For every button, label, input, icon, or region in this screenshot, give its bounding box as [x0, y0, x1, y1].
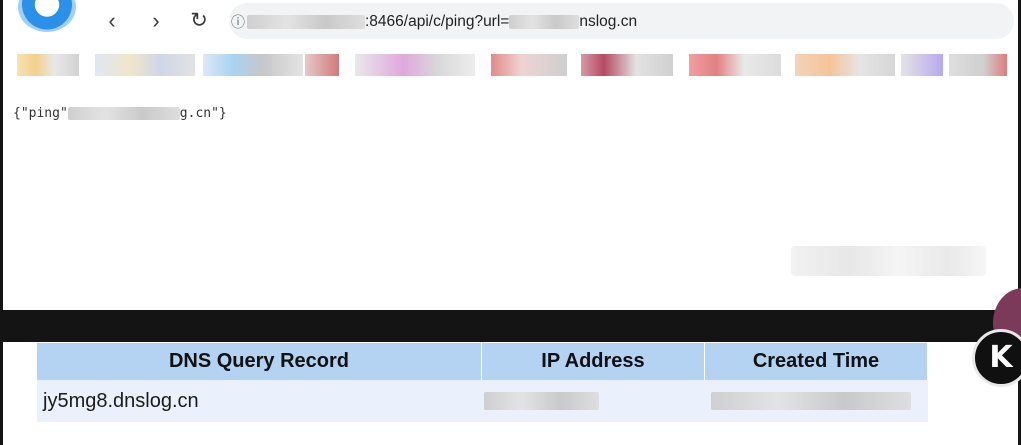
bookmark-item[interactable] — [17, 54, 79, 76]
bookmark-item[interactable] — [581, 54, 673, 76]
url-port-path: :8466/api/c/ping?url= — [365, 13, 510, 30]
bookmark-item[interactable] — [95, 54, 195, 76]
bookmarks-bar — [3, 44, 1018, 88]
reload-icon[interactable]: ↻ — [186, 8, 212, 34]
created-time-cell — [704, 380, 928, 422]
browser-window: ‹ › ↻ ⓘ :8466/api/c/ping?url= nslog.cn {… — [3, 0, 1018, 310]
browser-toolbar: ‹ › ↻ ⓘ :8466/api/c/ping?url= nslog.cn — [3, 0, 1018, 44]
header-ip-address: IP Address — [481, 343, 705, 380]
redacted-time — [710, 392, 911, 411]
bookmark-item[interactable] — [795, 54, 895, 76]
bookmark-item[interactable] — [901, 54, 943, 76]
address-bar-url[interactable]: ⓘ :8466/api/c/ping?url= nslog.cn — [231, 11, 637, 33]
redacted-subdomain — [509, 15, 580, 29]
ip-address-cell — [481, 380, 705, 422]
dns-record-table: DNS Query Record IP Address Created Time… — [37, 343, 928, 422]
redacted-watermark — [791, 246, 986, 276]
header-created-time: Created Time — [704, 343, 928, 380]
bookmark-item[interactable] — [491, 54, 567, 76]
table-row: jy5mg8.dnslog.cn — [37, 380, 928, 422]
bookmark-item[interactable] — [305, 54, 339, 76]
site-info-icon[interactable]: ⓘ — [231, 12, 245, 32]
redacted-response — [67, 107, 180, 120]
response-suffix: g.cn"} — [179, 106, 227, 121]
bookmark-item[interactable] — [949, 54, 1007, 76]
bookmark-item[interactable] — [689, 54, 781, 76]
dnslog-panel: DNS Query Record IP Address Created Time… — [3, 342, 1018, 445]
bookmark-item[interactable] — [355, 54, 475, 76]
browser-logo-icon — [18, 0, 76, 32]
bookmark-item[interactable] — [203, 54, 303, 76]
url-host-tail: nslog.cn — [579, 13, 638, 30]
ping-response: {"ping" g.cn"} — [13, 106, 227, 121]
redacted-host — [247, 15, 365, 29]
response-prefix: {"ping" — [13, 106, 68, 121]
dns-record-cell: jy5mg8.dnslog.cn — [37, 380, 482, 422]
avatar[interactable]: K — [972, 329, 1021, 387]
forward-icon[interactable]: › — [143, 8, 169, 34]
redacted-ip — [483, 392, 599, 411]
back-icon[interactable]: ‹ — [99, 8, 125, 34]
header-dns-query-record: DNS Query Record — [37, 343, 482, 380]
